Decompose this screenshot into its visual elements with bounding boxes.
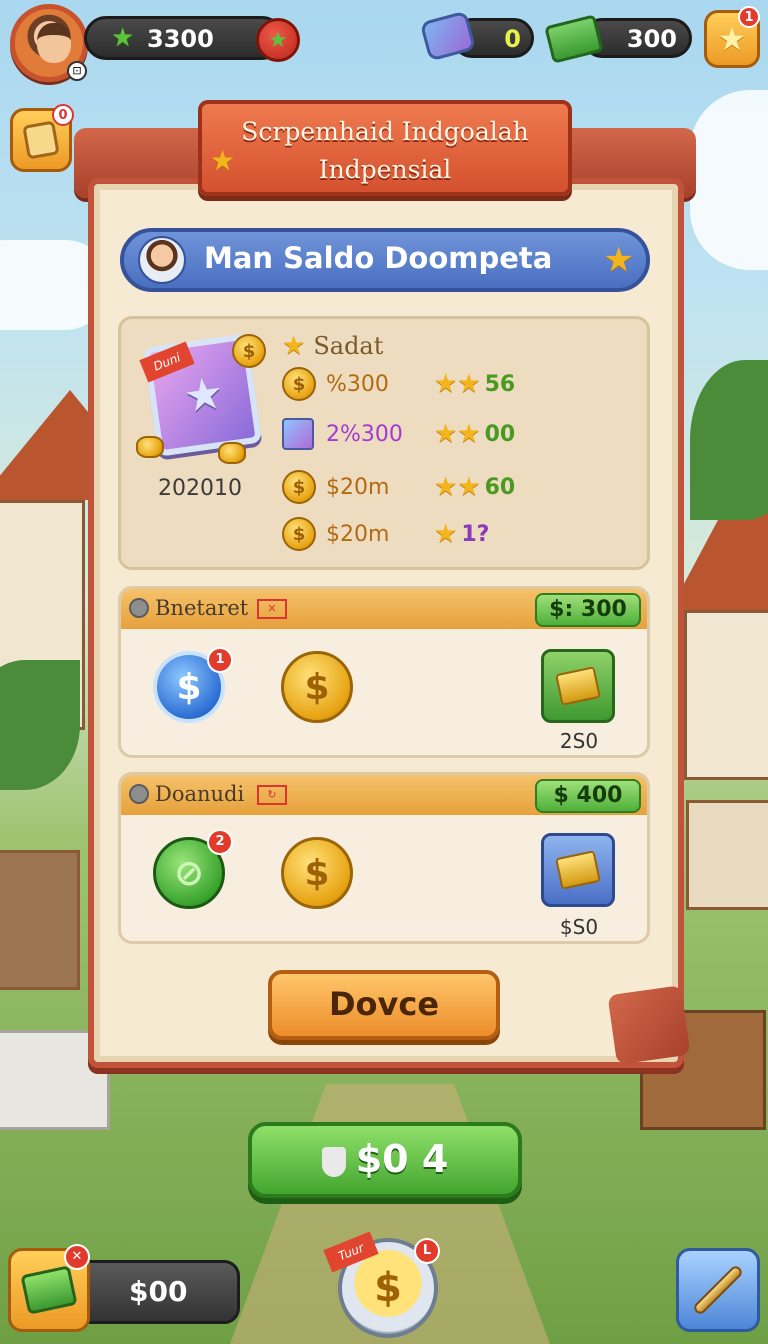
offer-badge: 2: [207, 829, 233, 855]
stat-row: $ $20m ★★ 60: [282, 467, 515, 507]
stat-row: $ %300 ★★ 56: [282, 364, 515, 404]
stat-score: 60: [484, 474, 516, 500]
house: [686, 800, 768, 910]
scroll-corner-curl: [607, 985, 691, 1065]
gems-value: 0: [504, 25, 521, 53]
coin-icon: $: [282, 517, 316, 551]
coin-shop-badge: L: [414, 1238, 440, 1264]
offer-card[interactable]: Bnetaret ✕ $: 300 $ 1 $ 2S0: [118, 586, 650, 758]
cube-icon: [282, 418, 314, 450]
add-stars-button[interactable]: ★: [256, 18, 300, 62]
offer-title: Bnetaret: [155, 596, 249, 620]
section-dot-icon: [129, 784, 149, 804]
offer-tag: ✕: [257, 599, 287, 619]
house: [684, 610, 768, 780]
coin-icon: $: [282, 367, 316, 401]
buy-button-label: $0 4: [355, 1137, 449, 1181]
stat-stars: ★: [434, 519, 458, 549]
bottom-balance-value: $00: [129, 1275, 188, 1308]
stat-row: 2%300 ★★ 00: [282, 414, 515, 454]
stat-score: 56: [484, 371, 516, 397]
card-star-icon: ★: [180, 367, 227, 424]
star-icon: ★: [282, 331, 306, 361]
stat-score: 1?: [461, 521, 490, 547]
stat-score: 00: [484, 421, 516, 447]
coin-stack-icon: [136, 436, 164, 458]
avatar-face: [37, 23, 71, 63]
offer-title: Doanudi: [155, 782, 245, 806]
gold-bar-icon: [555, 850, 601, 890]
stat-amount: %300: [326, 371, 389, 397]
section-dot-icon: [129, 598, 149, 618]
gold-bar-reward: [541, 833, 615, 907]
stat-stars: ★★: [434, 419, 481, 449]
stat-stars: ★★: [434, 369, 481, 399]
gold-bar-reward: [541, 649, 615, 723]
offer-card[interactable]: Doanudi ↻ $ 400 ⊘ 2 $ $S0: [118, 772, 650, 944]
balance-header: Man Saldo Doompeta ★: [120, 228, 650, 292]
stat-row: $ $20m ★ 1?: [282, 514, 489, 554]
card-caption: 202010: [158, 476, 242, 501]
gold-coin-icon: $: [281, 651, 353, 723]
coin-icon: $: [282, 470, 316, 504]
player-avatar[interactable]: ⊡: [10, 4, 88, 82]
stat-amount: $20m: [326, 474, 390, 500]
cash-bundle-icon: [20, 1265, 78, 1315]
buy-button[interactable]: $0 4: [248, 1122, 522, 1198]
reward-label: $S0: [559, 915, 599, 939]
coin-icon: $: [232, 334, 266, 368]
shed: [0, 850, 80, 990]
stat-amount: 2%300: [326, 421, 403, 447]
brush-icon: [691, 1263, 745, 1317]
stat-amount: $20m: [326, 521, 390, 547]
stats-heading-row: ★ Sadat: [282, 326, 383, 366]
avatar-level-badge: ⊡: [67, 61, 87, 81]
offer-badge: 1: [207, 647, 233, 673]
title-star-icon: ★: [210, 144, 236, 177]
favorites-notification-badge: 1: [738, 6, 760, 28]
bag-icon: [22, 120, 60, 160]
gold-bar-icon: [555, 666, 601, 706]
gold-coin-icon: $: [281, 837, 353, 909]
header-avatar: [138, 236, 186, 284]
coin-shop-icon: $: [374, 1265, 402, 1311]
cash-value: 300: [626, 25, 677, 53]
cloud: [690, 90, 768, 270]
panel-title: Scrpemhaid Indgoalah Indpensial: [198, 100, 572, 196]
offer-price-button[interactable]: $ 400: [535, 779, 641, 813]
offer-card-header: Bnetaret ✕ $: 300: [121, 589, 647, 629]
offer-card-header: Doanudi ↻ $ 400: [121, 775, 647, 815]
stat-stars: ★★: [434, 472, 481, 502]
stars-value: 3300: [147, 25, 214, 53]
done-button[interactable]: Dovce: [268, 970, 500, 1040]
header-label: Man Saldo Doompeta: [204, 241, 553, 275]
offer-price-button[interactable]: $: 300: [535, 593, 641, 627]
bottom-balance: $00: [70, 1260, 240, 1324]
shield-icon: [321, 1146, 346, 1177]
header-star-icon: ★: [603, 240, 634, 280]
reward-label: 2S0: [559, 729, 599, 753]
build-button[interactable]: [676, 1248, 760, 1332]
inventory-notification-badge: 0: [52, 104, 74, 126]
stats-heading: Sadat: [313, 332, 384, 360]
bundle-badge: ✕: [64, 1244, 90, 1270]
palm-leaves: [0, 660, 80, 790]
palm-leaves: [690, 360, 768, 520]
green-star-icon: ★: [111, 23, 135, 53]
offer-tag: ↻: [257, 785, 287, 805]
coin-stack-icon: [218, 442, 246, 464]
stars-counter: ★ 3300: [84, 16, 284, 60]
